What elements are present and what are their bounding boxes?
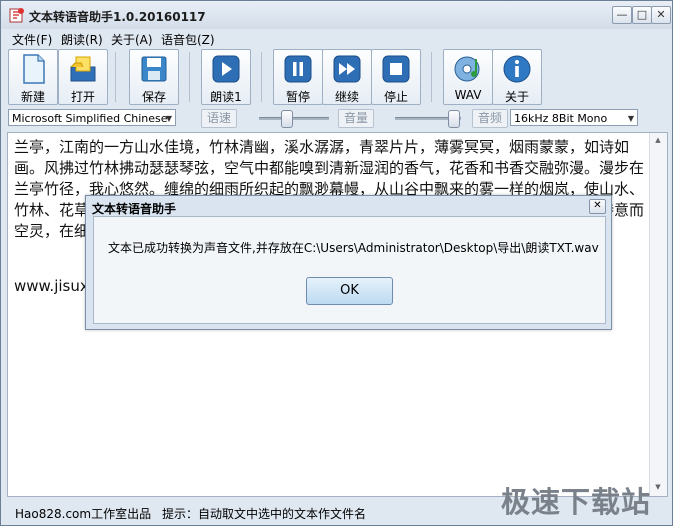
new-label: 新建 — [20, 90, 45, 104]
toolbar: 新建 打开 保存 朗读1 暂停 继续 停止 WAV 关于 — [1, 48, 672, 106]
stop-icon — [382, 55, 410, 83]
rate-slider-track[interactable] — [259, 117, 329, 120]
rate-slider-thumb[interactable] — [281, 110, 293, 128]
stop-button[interactable]: 停止 — [371, 49, 421, 105]
pause-icon — [284, 55, 312, 83]
pause-button[interactable]: 暂停 — [273, 49, 323, 105]
menu-read[interactable]: 朗读(R) — [61, 31, 103, 48]
audio-disc-icon — [454, 56, 480, 82]
voice-select-value: Microsoft Simplified Chinese — [12, 112, 168, 125]
rate-label: 语速 — [201, 109, 237, 128]
status-hint: 提示：自动取文中选中的文本作文件名 — [162, 507, 367, 521]
toolbar-separator — [261, 52, 262, 102]
info-icon — [503, 55, 531, 83]
menu-bar: 文件(F) 朗读(R) 关于(A) 语音包(Z) — [1, 29, 672, 47]
minimize-button[interactable]: — — [612, 6, 632, 24]
volume-label: 音量 — [338, 109, 374, 128]
about-label: 关于 — [504, 90, 529, 104]
ok-button[interactable]: OK — [306, 277, 393, 305]
dialog-title: 文本转语音助手 — [92, 202, 177, 216]
toolbar-separator — [189, 52, 190, 102]
open-button[interactable]: 打开 — [58, 49, 108, 105]
dialog-close-button[interactable]: ✕ — [589, 199, 606, 214]
open-label: 打开 — [70, 90, 95, 104]
message-dialog: 文本转语音助手 ✕ 文本已成功转换为声音文件,并存放在C:\Users\Admi… — [85, 195, 612, 330]
app-window: 文本转语音助手1.0.20160117 — □ ✕ 文件(F) 朗读(R) 关于… — [0, 0, 673, 526]
read1-label: 朗读1 — [210, 90, 242, 104]
scroll-down-icon[interactable]: ▼ — [653, 483, 663, 493]
menu-voice-pack[interactable]: 语音包(Z) — [161, 31, 215, 48]
dialog-body: 文本已成功转换为声音文件,并存放在C:\Users\Administrator\… — [93, 216, 606, 324]
editor-url-text[interactable]: www.jisux — [14, 277, 89, 295]
app-icon — [9, 8, 24, 23]
save-button[interactable]: 保存 — [129, 49, 179, 105]
continue-button[interactable]: 继续 — [322, 49, 372, 105]
fast-forward-icon — [333, 55, 361, 83]
window-title: 文本转语音助手1.0.20160117 — [29, 10, 206, 24]
chevron-down-icon: ▼ — [627, 114, 634, 123]
new-button[interactable]: 新建 — [8, 49, 58, 105]
watermark-logo: 极速下载站 — [501, 485, 652, 519]
play-icon — [212, 55, 240, 83]
toolbar-separator — [115, 52, 116, 102]
new-file-icon — [23, 54, 45, 84]
about-button[interactable]: 关于 — [492, 49, 542, 105]
save-label: 保存 — [141, 90, 166, 104]
pause-label: 暂停 — [285, 90, 310, 104]
title-bar: 文本转语音助手1.0.20160117 — □ ✕ — [1, 1, 672, 29]
status-credit: Hao828.com工作室出品 — [15, 507, 152, 521]
volume-slider-thumb[interactable] — [448, 110, 460, 128]
stop-label: 停止 — [383, 90, 408, 104]
maximize-button[interactable]: □ — [632, 6, 652, 24]
menu-file[interactable]: 文件(F) — [12, 31, 52, 48]
close-button[interactable]: ✕ — [651, 6, 671, 24]
freq-label: 音频 — [472, 109, 508, 128]
dialog-message: 文本已成功转换为声音文件,并存放在C:\Users\Administrator\… — [108, 241, 599, 255]
voice-select[interactable]: Microsoft Simplified Chinese ▼ — [8, 109, 176, 126]
vertical-scrollbar[interactable]: ▲ ▼ — [649, 133, 667, 496]
open-folder-icon — [70, 56, 96, 82]
wav-label: WAV — [454, 88, 482, 102]
options-bar: Microsoft Simplified Chinese ▼ 语速 音量 音频 … — [1, 107, 672, 129]
wav-button[interactable]: WAV — [443, 49, 493, 105]
floppy-disk-icon — [141, 56, 167, 82]
continue-label: 继续 — [334, 90, 359, 104]
toolbar-separator — [431, 52, 432, 102]
format-select-value: 16kHz 8Bit Mono — [514, 112, 608, 125]
read1-button[interactable]: 朗读1 — [201, 49, 251, 105]
format-select[interactable]: 16kHz 8Bit Mono ▼ — [510, 109, 638, 126]
scroll-up-icon[interactable]: ▲ — [653, 136, 663, 146]
chevron-down-icon: ▼ — [165, 114, 172, 123]
menu-about[interactable]: 关于(A) — [111, 31, 153, 48]
